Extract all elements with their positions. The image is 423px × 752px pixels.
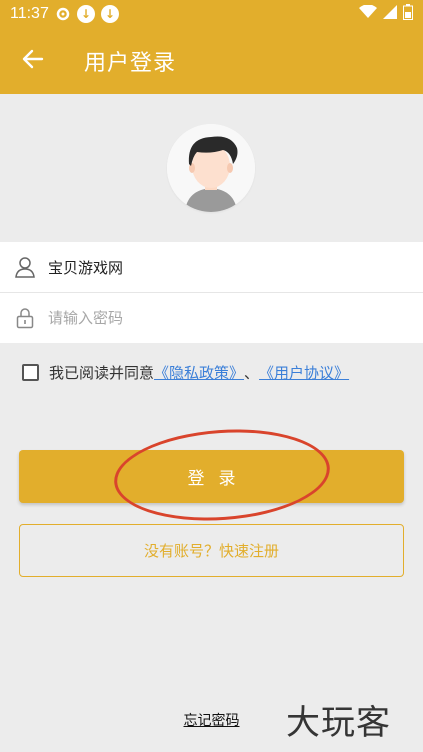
- status-bar: 11:37 ↓ ↓: [0, 0, 423, 28]
- agreement-checkbox[interactable]: [22, 364, 39, 381]
- status-time: 11:37: [10, 5, 49, 22]
- user-icon: [14, 256, 36, 278]
- signal-icon: [383, 5, 397, 23]
- page-title: 用户登录: [84, 51, 177, 76]
- download-icon: ↓: [100, 5, 119, 23]
- agreement-row: 我已阅读并同意 《隐私政策》 、 《用户协议》: [22, 362, 349, 383]
- user-agreement-link[interactable]: 《用户协议》: [259, 362, 349, 383]
- app-bar: 用户登录: [0, 28, 423, 94]
- privacy-policy-link[interactable]: 《隐私政策》: [154, 362, 244, 383]
- arrow-left-icon: [22, 48, 44, 74]
- username-input[interactable]: [48, 258, 388, 276]
- settings-gear-icon: [55, 6, 71, 22]
- username-row: [0, 242, 423, 292]
- wifi-icon: [359, 4, 377, 23]
- register-button[interactable]: 没有账号？快速注册: [19, 524, 404, 577]
- back-button[interactable]: [0, 28, 66, 94]
- login-button[interactable]: 登录: [19, 450, 404, 503]
- agreement-separator: 、: [244, 364, 260, 382]
- agreement-prefix: 我已阅读并同意: [49, 364, 155, 382]
- password-row: [0, 293, 423, 343]
- avatar: [167, 124, 255, 212]
- watermark: 大玩客: [286, 703, 391, 743]
- lock-icon: [14, 307, 36, 329]
- password-input[interactable]: [48, 309, 388, 327]
- battery-icon: [403, 4, 413, 24]
- download-icon: ↓: [76, 5, 95, 23]
